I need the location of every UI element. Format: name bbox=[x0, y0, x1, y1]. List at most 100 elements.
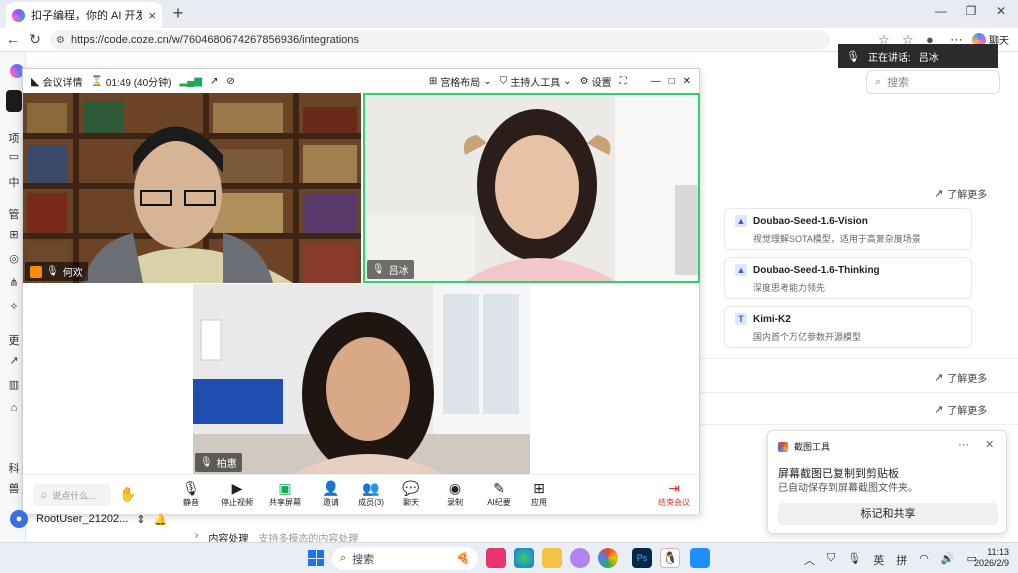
close-window-icon[interactable]: ✕ bbox=[986, 4, 1016, 18]
mic-icon: 🎙 bbox=[372, 264, 385, 275]
model-icon[interactable]: ✧ bbox=[6, 300, 22, 313]
integrations-icon[interactable]: ⊞ bbox=[6, 228, 22, 241]
clock[interactable]: 11:13 2026/2/9 bbox=[974, 547, 1009, 569]
mic-icon: 🎙 bbox=[46, 266, 59, 277]
model-card[interactable]: T Kimi-K2 国内首个万亿参数开源模型 bbox=[724, 306, 972, 348]
windows-start-icon[interactable] bbox=[308, 550, 324, 566]
video-tile[interactable]: 🎙 何欢 bbox=[23, 93, 361, 283]
meeting-details-button[interactable]: ◣ 会议详情 bbox=[31, 74, 82, 89]
volume-icon[interactable]: 🔊 bbox=[941, 552, 955, 568]
learn-more-text: 了解更多 bbox=[947, 190, 988, 201]
app-icon[interactable] bbox=[690, 548, 710, 568]
video-tile-active-speaker[interactable]: 🎙 吕冰 bbox=[363, 93, 700, 283]
host-tools-button[interactable]: ⛉ 主持人工具 ⌄ bbox=[500, 74, 572, 89]
search-input[interactable]: ⌕ 搜索 bbox=[866, 70, 1000, 94]
stop-video-button[interactable]: ▶ 停止视频 bbox=[217, 479, 257, 508]
sidebar-section-label: 管 bbox=[8, 209, 20, 221]
close-notification-icon[interactable]: ✕ bbox=[985, 438, 994, 451]
app-icon[interactable] bbox=[570, 548, 590, 568]
tab-close-icon[interactable]: × bbox=[148, 8, 156, 23]
snipping-tool-icon bbox=[778, 441, 788, 452]
edge-icon[interactable] bbox=[514, 548, 534, 568]
wall-art bbox=[200, 319, 222, 361]
raise-hand-icon[interactable]: ✋ bbox=[119, 486, 136, 503]
search-icon: ⌕ bbox=[875, 75, 882, 88]
docs-icon[interactable]: ▥ bbox=[6, 378, 22, 391]
members-button[interactable]: 👥 成员(3) bbox=[351, 479, 391, 508]
learn-more-link[interactable]: ↗ 了解更多 bbox=[934, 402, 987, 417]
mute-button[interactable]: 🎙 静音 bbox=[171, 479, 211, 508]
invite-button[interactable]: 👤 邀请 bbox=[311, 479, 351, 508]
close-meeting-icon[interactable]: ✕ bbox=[683, 76, 691, 87]
ime-mode-icon[interactable]: 拼 bbox=[896, 552, 907, 568]
security-icon[interactable]: ⛉ bbox=[827, 552, 835, 568]
more-options-icon[interactable]: ⋯ bbox=[958, 438, 969, 451]
popout-icon[interactable]: ↗ bbox=[210, 76, 218, 87]
restore-window-icon[interactable]: ❐ bbox=[956, 4, 986, 18]
settings-button[interactable]: ⚙ 设置 bbox=[580, 74, 612, 89]
model-card[interactable]: ▲ Doubao-Seed-1.6-Vision 视觉理解SOTA模型，适用于高复… bbox=[724, 208, 972, 250]
wifi-icon[interactable]: ◠ bbox=[919, 552, 929, 568]
video-tile[interactable]: 🎙 柏惠 bbox=[193, 284, 530, 474]
clock-date: 2026/2/9 bbox=[974, 558, 1010, 568]
model-desc: 国内首个万亿参数开源模型 bbox=[753, 332, 862, 342]
url-field[interactable]: ⚙ https://code.coze.cn/w/760468067426785… bbox=[50, 30, 830, 50]
arrow-link-icon[interactable]: ↗ bbox=[6, 354, 22, 367]
notification-bell-icon[interactable]: 🔔 bbox=[154, 513, 168, 526]
chevron-up-icon[interactable]: ︿ bbox=[804, 552, 815, 568]
taskbar-search[interactable]: ⌕ 搜索 🍕 bbox=[332, 547, 478, 570]
notification-app-name: 截图工具 bbox=[794, 442, 831, 452]
model-card[interactable]: ▲ Doubao-Seed-1.6-Thinking 深度思考能力领先 bbox=[724, 257, 972, 299]
apps-icon: ⊞ bbox=[533, 480, 545, 496]
markup-share-button[interactable]: 标记和共享 bbox=[778, 503, 998, 525]
plugin-icon[interactable]: ◎ bbox=[6, 252, 22, 265]
app-icon[interactable] bbox=[486, 548, 506, 568]
meeting-timer: ⌛ 01:49 (40分钟) bbox=[90, 74, 171, 89]
learn-more-text: 了解更多 bbox=[947, 374, 988, 385]
browser-tab[interactable]: 扣子编程，你的 AI 开发伙伴。Vib × bbox=[6, 2, 162, 28]
chevron-down-icon: ⌄ bbox=[563, 75, 572, 87]
folder-icon[interactable]: ▭ bbox=[6, 150, 22, 163]
model-desc: 视觉理解SOTA模型，适用于高复杂度场景 bbox=[753, 234, 921, 244]
chevron-updown-icon: ⇕ bbox=[136, 513, 146, 526]
say-something-input[interactable]: ☺ 说点什么... bbox=[33, 484, 111, 506]
record-button[interactable]: ◉ 录制 bbox=[435, 479, 475, 508]
participant-name: 吕冰 bbox=[388, 266, 409, 277]
minimize-meeting-icon[interactable]: — bbox=[651, 76, 661, 87]
clock-time: 11:13 bbox=[987, 547, 1010, 557]
minimize-window-icon[interactable]: — bbox=[926, 4, 956, 18]
learn-more-link[interactable]: ↗ 了解更多 bbox=[934, 370, 987, 385]
user-account[interactable]: ● RootUser_21202... ⇕ 🔔 bbox=[10, 510, 167, 528]
screen-share-status-icon[interactable]: ⊘ bbox=[226, 76, 234, 87]
new-tab-button[interactable]: + bbox=[168, 4, 188, 24]
signal-strength-icon: ▂▄▆ bbox=[179, 75, 202, 87]
project-icon[interactable]: 中 bbox=[6, 174, 22, 190]
ai-notes-button[interactable]: ✎ AI纪要 bbox=[479, 479, 519, 508]
site-info-icon[interactable]: ⚙ bbox=[56, 35, 65, 46]
maximize-meeting-icon[interactable]: □ bbox=[669, 76, 675, 87]
grid-layout-icon: ⊞ bbox=[428, 75, 438, 87]
apps-button[interactable]: ⊞ 应用 bbox=[519, 479, 559, 508]
chrome-icon[interactable] bbox=[598, 548, 618, 568]
divider bbox=[700, 424, 1018, 425]
photoshop-icon[interactable]: Ps bbox=[632, 548, 652, 568]
workflow-icon[interactable]: ⋔ bbox=[6, 276, 22, 289]
gear-icon: ⚙ bbox=[579, 75, 589, 87]
ime-lang-icon[interactable]: 英 bbox=[873, 552, 884, 568]
fullscreen-icon[interactable]: ⛶ bbox=[620, 76, 627, 87]
chat-button[interactable]: 💬 聊天 bbox=[391, 479, 431, 508]
share-screen-button[interactable]: ▣ 共享屏幕 bbox=[265, 479, 305, 508]
qq-icon[interactable]: 🐧 bbox=[660, 548, 680, 568]
end-meeting-button[interactable]: ⇥ 结束会议 bbox=[651, 479, 697, 508]
participant-video bbox=[365, 95, 698, 281]
search-icon: ⌕ bbox=[340, 552, 347, 564]
avatar: ● bbox=[10, 510, 28, 528]
back-icon[interactable]: ← bbox=[4, 31, 22, 47]
create-button[interactable] bbox=[6, 90, 22, 112]
reload-icon[interactable]: ↻ bbox=[26, 31, 44, 48]
learn-more-link[interactable]: ↗ 了解更多 bbox=[934, 186, 987, 201]
mic-icon[interactable]: 🎙 bbox=[847, 552, 861, 568]
layout-button[interactable]: ⊞ 宫格布局 ⌄ bbox=[429, 74, 492, 89]
file-explorer-icon[interactable] bbox=[542, 548, 562, 568]
store-icon[interactable]: ⌂ bbox=[6, 402, 22, 414]
